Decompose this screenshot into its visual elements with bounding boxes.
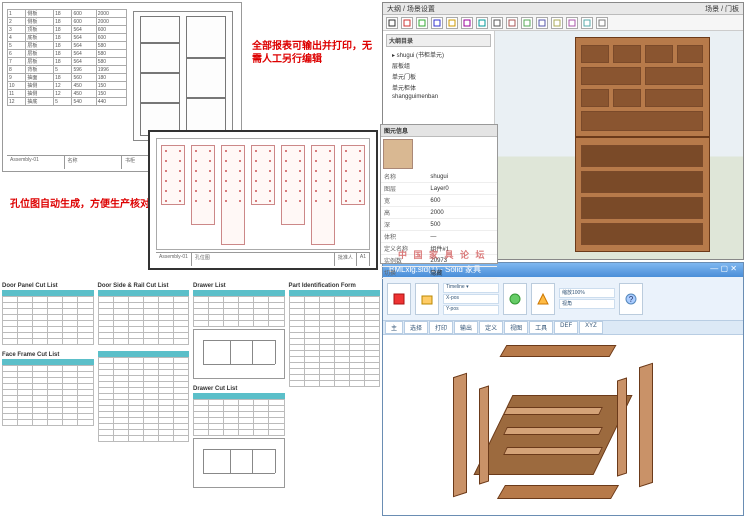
- outliner-header: 大纲目录: [386, 34, 491, 47]
- ribbon-combo-timeline[interactable]: Timeline ▾: [443, 283, 499, 293]
- title-left: 大纲 / 场景设置: [387, 4, 435, 13]
- cabinet-model[interactable]: [575, 37, 710, 252]
- tape-tool[interactable]: [521, 17, 533, 29]
- pan-tool[interactable]: [581, 17, 593, 29]
- solid-tab[interactable]: DEF: [554, 321, 578, 334]
- window-controls[interactable]: — ▢ ✕: [710, 264, 737, 276]
- solid-tab[interactable]: XYZ: [579, 321, 603, 334]
- toolbar: [383, 15, 743, 31]
- elevation-drawing: [133, 11, 233, 141]
- cut-list-section: Part Identification Form: [289, 282, 381, 387]
- ribbon-field-angle[interactable]: 视角: [559, 299, 615, 309]
- solid-window: BMLxlg.sld(1) - Solid 家具 — ▢ ✕ Timeline …: [382, 262, 744, 516]
- parts-table: 1侧板1860020002侧板1860020003顶板185646004底板18…: [7, 9, 127, 149]
- paint-tool[interactable]: [536, 17, 548, 29]
- title-block-2: Assembly-01 孔位图 批准人 A1: [156, 252, 370, 266]
- title-right: 场景 / 门板: [705, 4, 739, 13]
- mini-drawing: [193, 438, 285, 488]
- select-tool[interactable]: [386, 17, 398, 29]
- outliner-item[interactable]: 层板组: [386, 60, 491, 71]
- rect-tool[interactable]: [416, 17, 428, 29]
- ribbon-field-zoom[interactable]: 缩放100%: [559, 288, 615, 298]
- scale-tool[interactable]: [506, 17, 518, 29]
- solid-tab[interactable]: 输出: [454, 321, 478, 334]
- window-titlebar: 大纲 / 场景设置 场景 / 门板: [383, 3, 743, 15]
- mini-drawing: [193, 329, 285, 379]
- hole-grid: [156, 138, 370, 250]
- solid-tab[interactable]: 选择: [404, 321, 428, 334]
- cut-list-section: Door Panel Cut List: [2, 282, 94, 345]
- rotate-tool[interactable]: [491, 17, 503, 29]
- cut-list-section: Drawer List: [193, 282, 285, 379]
- ribbon-button-view2[interactable]: [531, 283, 555, 315]
- solid-tab[interactable]: 定义: [479, 321, 503, 334]
- entity-info-panel[interactable]: 图元信息 名称shugui图层Layer0宽600高2000深500体积—定义名…: [380, 124, 498, 264]
- drawing-sheet-hole-positions: Assembly-01 孔位图 批准人 A1: [148, 130, 378, 270]
- outliner-item[interactable]: 单元柜体: [386, 82, 491, 93]
- solid-tab[interactable]: 视图: [504, 321, 528, 334]
- cut-list-section: [98, 351, 190, 442]
- line-tool[interactable]: [401, 17, 413, 29]
- outliner-item[interactable]: shangguimenban: [386, 93, 491, 101]
- svg-text:?: ?: [629, 295, 634, 304]
- solid-tab[interactable]: 主: [385, 321, 403, 334]
- watermark-text: 中 国 家 具 论 坛: [398, 248, 487, 261]
- push-tool[interactable]: [461, 17, 473, 29]
- ribbon-button-help[interactable]: ?: [619, 283, 643, 315]
- move-tool[interactable]: [476, 17, 488, 29]
- entity-thumbnail: [383, 139, 413, 169]
- ribbon-field-y[interactable]: Y-pos: [443, 305, 499, 315]
- orbit-tool[interactable]: [566, 17, 578, 29]
- ribbon-button-view1[interactable]: [503, 283, 527, 315]
- outliner-item[interactable]: 单元门板: [386, 71, 491, 82]
- 3d-viewport[interactable]: [495, 31, 743, 259]
- cut-lists-region: Door Panel Cut List Face Frame Cut List …: [2, 282, 380, 514]
- circle-tool[interactable]: [431, 17, 443, 29]
- outliner-item[interactable]: ▸ shugui (书柜单元): [386, 49, 491, 60]
- zoom-tool[interactable]: [596, 17, 608, 29]
- ribbon-button-new[interactable]: [387, 283, 411, 315]
- annotation-output-print: 全部报表可输出并打印，无需人工另行编辑: [252, 40, 372, 66]
- entity-info-header: 图元信息: [381, 125, 497, 137]
- cut-list-section: Drawer Cut List: [193, 385, 285, 488]
- erase-tool[interactable]: [551, 17, 563, 29]
- cut-list-section: Door Side & Rail Cut List: [98, 282, 190, 345]
- solid-tabs: 主选择打印输出定义视图工具DEFXYZ: [383, 321, 743, 335]
- solid-tab[interactable]: 打印: [429, 321, 453, 334]
- ribbon-field-x[interactable]: X-pos: [443, 294, 499, 304]
- annotation-hole-auto: 孔位图自动生成，方便生产核对: [10, 195, 150, 210]
- cut-list-section: Face Frame Cut List: [2, 351, 94, 426]
- arc-tool[interactable]: [446, 17, 458, 29]
- solid-tab[interactable]: 工具: [529, 321, 553, 334]
- solid-viewport[interactable]: [383, 335, 743, 515]
- ribbon-button-open[interactable]: [415, 283, 439, 315]
- ribbon-toolbar: Timeline ▾ X-pos Y-pos 缩放100% 视角 ?: [383, 277, 743, 321]
